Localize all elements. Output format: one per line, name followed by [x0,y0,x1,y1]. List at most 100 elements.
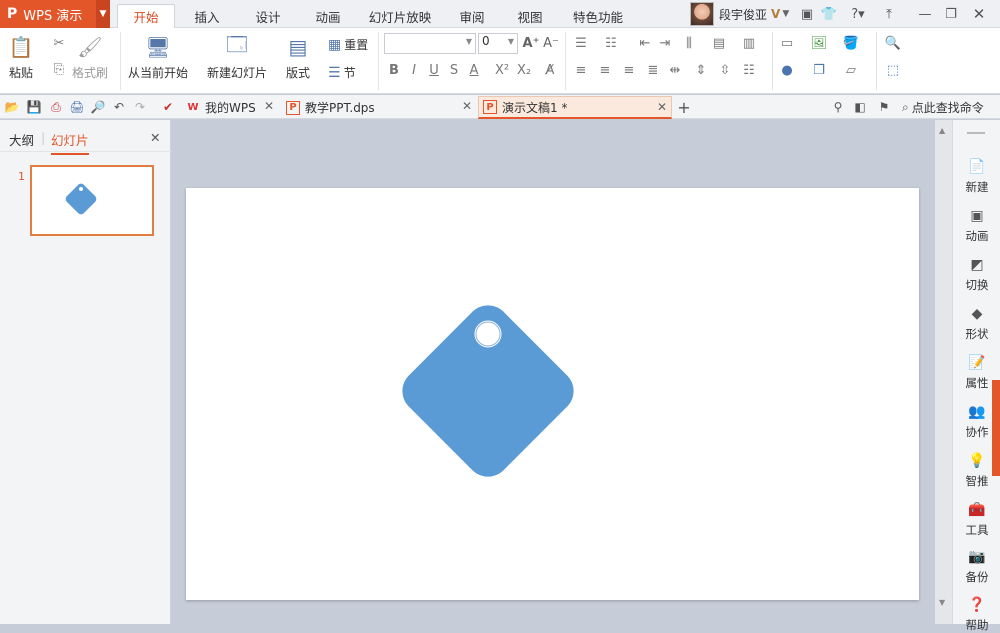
italic-icon[interactable]: I [405,61,423,79]
tab-animation[interactable]: 动画 [306,4,350,28]
copy-icon[interactable]: ⎘ [50,60,68,78]
arrange-icon[interactable]: ❐ [810,61,828,79]
subscript-icon[interactable]: X₂ [515,61,533,79]
play-from-current-button[interactable]: 🖥 从当前开始 [128,34,188,81]
minimize-icon[interactable]: — [916,5,934,23]
avatar[interactable] [690,2,714,26]
increase-indent-icon[interactable]: ⇥ [656,34,674,52]
export-pdf-icon[interactable]: ⎙ [48,99,64,115]
align-left-icon[interactable]: ≡ [572,61,590,79]
open-folder-icon[interactable]: 📂 [4,99,20,115]
outline-icon[interactable]: ▱ [842,61,860,79]
save-icon[interactable]: 💾 [26,99,42,115]
font-size-select[interactable]: 0 ▼ [478,33,518,54]
redo-icon[interactable]: ↷ [132,99,148,115]
slide-thumbnail[interactable] [30,165,154,236]
pin-icon[interactable]: ⚲ [830,99,846,115]
app-menu-button[interactable]: P WPS 演示 ▼ [0,0,110,28]
sidebar-item-backup[interactable]: 📷 备份 [953,548,1000,585]
paragraph-spacing-icon[interactable]: ⇳ [716,61,734,79]
select-icon[interactable]: ⬚ [884,61,902,79]
align-text-icon[interactable]: ▤ [710,34,728,52]
decrease-indent-icon[interactable]: ⇤ [636,34,654,52]
doc-icon[interactable]: ◧ [852,99,868,115]
tab-review[interactable]: 审阅 [450,4,494,28]
columns-icon[interactable]: ▥ [740,34,758,52]
shirt-icon[interactable]: 👕 [820,5,838,23]
command-search[interactable]: ⌕ 点此查找命令 [902,99,984,116]
sidebar-item-transition[interactable]: ◩ 切换 [953,256,1000,293]
increase-font-icon[interactable]: A⁺ [522,34,540,52]
find-replace-icon[interactable]: 🔍 [884,34,902,52]
decrease-font-icon[interactable]: A⁻ [542,34,560,52]
text-direction-icon[interactable]: ⫼ [680,34,698,52]
restore-icon[interactable]: ❐ [942,5,960,23]
font-color-icon[interactable]: A [465,61,483,79]
section-button[interactable]: ☰ 节 [328,64,356,81]
paste-button[interactable]: 📋 粘贴 [8,34,34,81]
doc-tab-teaching-ppt[interactable]: P 教学PPT.dps ✕ [282,96,476,119]
sidebar-item-new[interactable]: 📄 新建 [953,158,1000,195]
tab-view[interactable]: 视图 [508,4,552,28]
superscript-icon[interactable]: X² [493,61,511,79]
scroll-down-icon[interactable]: ▼ [939,598,945,607]
slide[interactable] [186,188,919,600]
close-tab-icon[interactable]: ✕ [462,99,472,113]
reset-button[interactable]: ▦ 重置 [328,36,368,53]
align-right-icon[interactable]: ≡ [620,61,638,79]
drag-handle[interactable] [967,132,985,134]
align-center-icon[interactable]: ≡ [596,61,614,79]
cut-icon[interactable]: ✂ [50,34,68,52]
new-slide-button[interactable]: 🗔 新建幻灯片 [207,32,267,81]
underline-icon[interactable]: U [425,61,443,79]
undo-icon[interactable]: ↶ [111,99,127,115]
tab-insert[interactable]: 插入 [185,4,229,28]
font-name-select[interactable]: ▼ [384,33,476,54]
clear-format-icon[interactable]: A̸ [541,61,559,79]
user-dropdown-icon[interactable]: ▼ [782,9,789,19]
scroll-up-icon[interactable]: ▲ [939,126,945,135]
doc-tab-presentation1[interactable]: P 演示文稿1 * ✕ [478,96,672,119]
flag-icon[interactable]: ⚑ [876,99,892,115]
user-account[interactable]: 段宇俊亚 V ▼ [690,0,789,28]
upload-icon[interactable]: ⤒ [880,5,898,23]
print-preview-icon[interactable]: 🔎 [90,99,106,115]
app-menu-arrow-icon[interactable]: ▼ [96,0,110,28]
sidebar-item-shape[interactable]: ◆ 形状 [953,305,1000,342]
tab-design[interactable]: 设计 [246,4,290,28]
format-painter-button[interactable]: 🖌 格式刷 [72,34,108,81]
tab-special[interactable]: 特色功能 [566,4,630,28]
customize-icon[interactable]: ✔ [160,99,176,115]
tab-home[interactable]: 开始 [117,4,175,28]
justify-icon[interactable]: ≣ [644,61,662,79]
shapes-icon[interactable]: ● [778,61,796,79]
fill-bucket-icon[interactable]: 🪣 [842,34,860,52]
tab-slides[interactable]: 幻灯片 [51,130,89,155]
picture-icon[interactable]: 🖼 [810,34,828,52]
line-spacing-icon[interactable]: ⇕ [692,61,710,79]
sidebar-item-tools[interactable]: 🧰 工具 [953,501,1000,538]
vertical-scrollbar[interactable]: ▲ ▼ [935,120,952,624]
sidebar-item-animation[interactable]: ▣ 动画 [953,207,1000,244]
tag-shape[interactable] [186,188,919,600]
close-tab-icon[interactable]: ✕ [657,100,667,114]
print-icon[interactable]: 🖨 [69,99,85,115]
help-icon[interactable]: ?▾ [845,5,871,23]
textbox-icon[interactable]: ▭ [778,34,796,52]
close-panel-icon[interactable]: ✕ [150,130,160,145]
doc-tab-my-wps[interactable]: W 我的WPS ✕ [182,96,278,119]
paragraph-settings-icon[interactable]: ☷ [740,61,758,79]
new-tab-icon[interactable]: + [676,98,692,117]
tab-outline[interactable]: 大纲 [9,130,34,149]
layout-button[interactable]: ▤ 版式 [285,34,311,81]
numbered-list-icon[interactable]: ☷ [602,34,620,52]
sidebar-collapse-tab[interactable] [992,380,1000,476]
close-tab-icon[interactable]: ✕ [264,99,274,113]
bullet-list-icon[interactable]: ☰ [572,34,590,52]
sidebar-item-help[interactable]: ❓ 帮助 [953,596,1000,633]
tab-slideshow[interactable]: 幻灯片放映 [364,4,436,28]
skin-icon[interactable]: ▣ [798,5,816,23]
distribute-icon[interactable]: ⇹ [666,61,684,79]
close-window-icon[interactable]: ✕ [970,5,988,23]
bold-icon[interactable]: B [385,61,403,79]
